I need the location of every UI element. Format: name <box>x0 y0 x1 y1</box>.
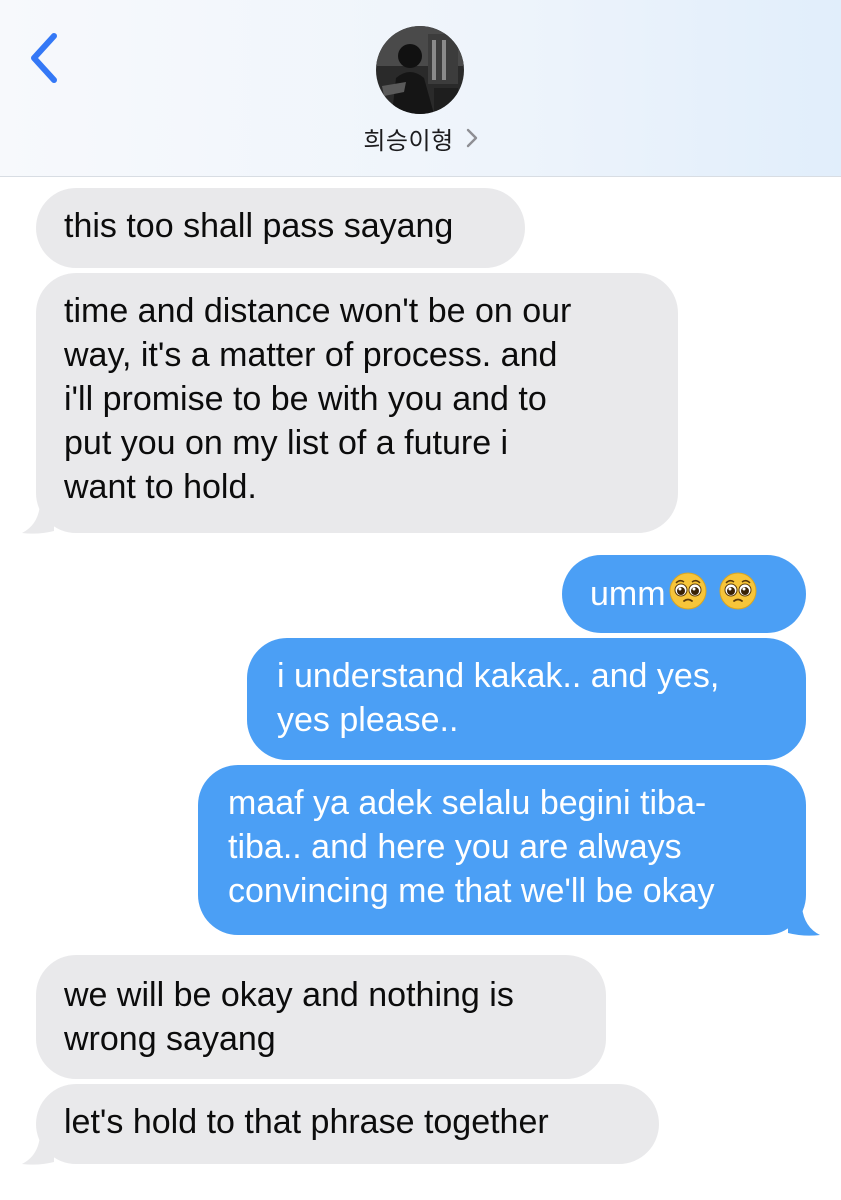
conversation-header: 희승이형 <box>0 0 841 177</box>
message-line: yes please.. <box>277 701 459 739</box>
message-text: let's hold to that phrase together <box>64 1103 549 1141</box>
message-text: this too shall pass sayang <box>64 207 454 245</box>
pleading-face-icon <box>719 572 757 610</box>
bubble-tail <box>22 505 54 534</box>
message-line: i understand kakak.. and yes, <box>277 657 720 695</box>
contact-name: 희승이형 <box>363 126 454 155</box>
contact-avatar[interactable] <box>376 26 464 114</box>
message-line: time and distance won't be on our <box>64 292 572 330</box>
pleading-face-icon <box>669 572 707 610</box>
message-text: umm <box>590 575 666 613</box>
avatar-photo <box>376 26 464 114</box>
message-line: we will be okay and nothing is <box>64 976 514 1014</box>
chevron-left-icon <box>31 33 57 83</box>
sent-message-bubble[interactable]: maaf ya adek selalu begini tiba- tiba.. … <box>198 765 806 935</box>
received-message-bubble[interactable]: let's hold to that phrase together <box>36 1084 659 1164</box>
message-line: convincing me that we'll be okay <box>228 872 715 910</box>
chevron-right-icon <box>466 128 477 148</box>
bubble-tail <box>788 907 820 936</box>
back-button[interactable] <box>24 30 64 86</box>
message-line: i'll promise to be with you and to <box>64 380 547 418</box>
sent-message-bubble[interactable]: i understand kakak.. and yes, yes please… <box>247 638 806 760</box>
message-line: put you on my list of a future i <box>64 424 509 462</box>
sent-message-bubble[interactable]: umm <box>562 555 806 633</box>
message-line: way, it's a matter of process. and <box>64 336 558 374</box>
received-message-bubble[interactable]: we will be okay and nothing is wrong say… <box>36 955 606 1079</box>
message-line: maaf ya adek selalu begini tiba- <box>228 784 707 822</box>
contact-name-button[interactable]: 희승이형 <box>0 120 841 156</box>
received-message-bubble[interactable]: time and distance won't be on our way, i… <box>36 273 678 533</box>
message-line: wrong sayang <box>64 1020 276 1058</box>
bubble-tail <box>22 1136 54 1165</box>
message-line: want to hold. <box>64 468 257 506</box>
received-message-bubble[interactable]: this too shall pass sayang <box>36 188 525 268</box>
message-line: tiba.. and here you are always <box>228 828 682 866</box>
